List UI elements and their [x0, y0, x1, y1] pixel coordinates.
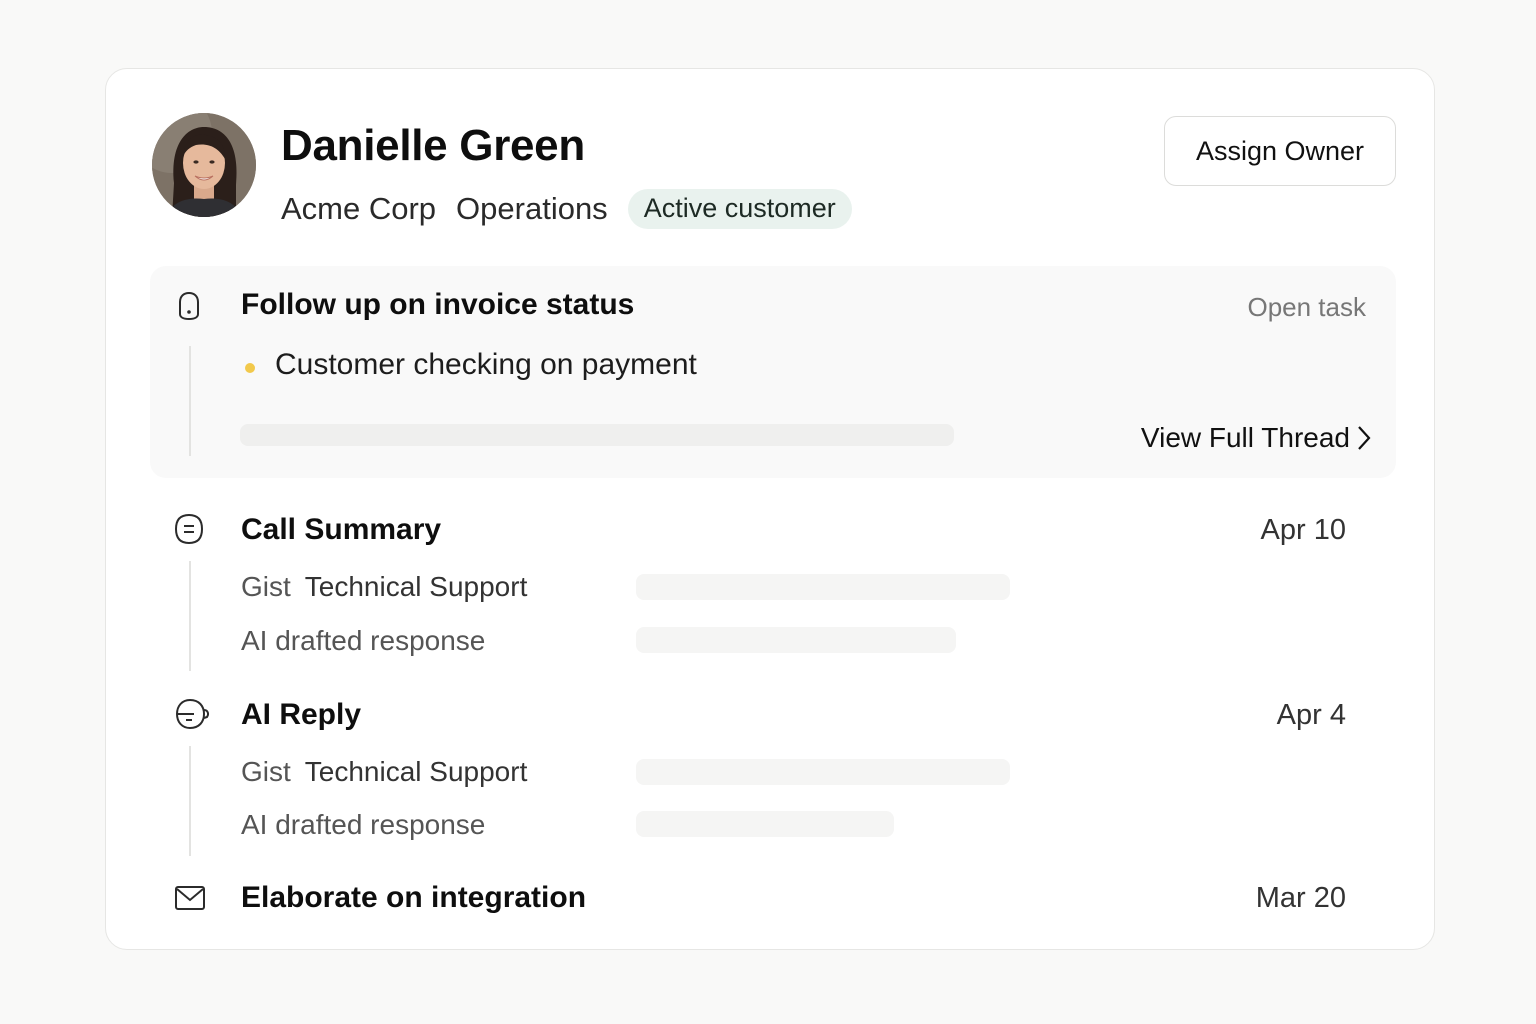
- status-badge: Active customer: [627, 189, 852, 229]
- placeholder-bar: [240, 424, 954, 446]
- gist-value: Technical Support: [304, 756, 528, 787]
- activity-date: Apr 4: [1276, 699, 1346, 731]
- status-dot: [245, 363, 255, 373]
- placeholder-bar: [636, 627, 956, 653]
- view-full-thread-label: View Full Thread: [1140, 422, 1350, 453]
- avatar[interactable]: [152, 113, 256, 217]
- placeholder-bar: [636, 811, 894, 837]
- activity-title[interactable]: Elaborate on integration: [241, 881, 586, 915]
- view-full-thread-link[interactable]: View Full Thread: [1141, 422, 1372, 454]
- contact-card: Danielle Green Acme Corp Operations Acti…: [105, 68, 1435, 950]
- activity-title[interactable]: AI Reply: [241, 698, 361, 732]
- placeholder-bar: [636, 574, 1010, 600]
- avatar-image: [152, 113, 256, 217]
- task-title[interactable]: Follow up on invoice status: [241, 288, 634, 322]
- bell-icon: [176, 290, 202, 327]
- timeline-line: [189, 746, 191, 856]
- ai-reply-icon: [174, 697, 210, 736]
- gist-value: Technical Support: [304, 571, 528, 602]
- department-name: Operations: [456, 191, 608, 226]
- activity-title[interactable]: Call Summary: [241, 513, 441, 547]
- gist-label: Gist: [241, 756, 291, 787]
- contact-meta: Acme Corp Operations Active customer: [281, 189, 852, 229]
- task-note: Customer checking on payment: [275, 348, 697, 381]
- gist-label: Gist: [241, 571, 291, 602]
- timeline-line: [189, 346, 191, 456]
- contact-name: Danielle Green: [281, 121, 585, 170]
- gist-row: Gist Technical Support: [241, 756, 527, 788]
- assign-owner-button[interactable]: Assign Owner: [1164, 116, 1396, 186]
- activity-date: Mar 20: [1255, 882, 1346, 914]
- mail-icon: [174, 885, 206, 916]
- company-name: Acme Corp: [281, 191, 437, 226]
- task-status: Open task: [1247, 292, 1366, 322]
- placeholder-bar: [636, 759, 1010, 785]
- activity-date: Apr 10: [1260, 514, 1346, 546]
- summary-icon: [174, 513, 204, 550]
- gist-row: Gist Technical Support: [241, 571, 527, 603]
- open-task-panel[interactable]: Follow up on invoice status Open task Cu…: [150, 266, 1396, 478]
- ai-drafted-label: AI drafted response: [241, 809, 486, 840]
- chevron-right-icon: [1358, 426, 1371, 450]
- ai-drafted-label: AI drafted response: [241, 625, 486, 656]
- timeline-line: [189, 561, 191, 671]
